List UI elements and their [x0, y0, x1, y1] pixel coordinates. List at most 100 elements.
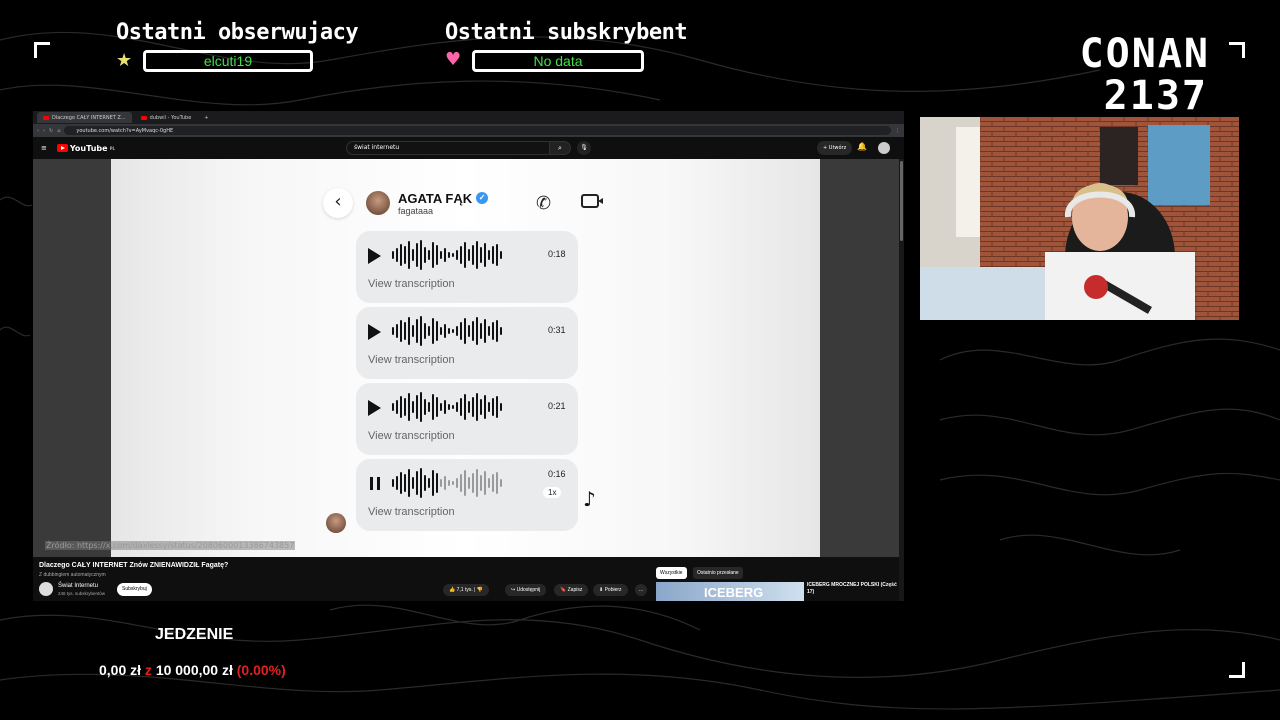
more-button[interactable]: ...	[635, 584, 648, 596]
youtube-header: ≡ YouTube PL świat internetu ⌕ 🎙 + Utwórz…	[33, 137, 904, 159]
recommended-thumbnail[interactable]: ICEBERG	[656, 582, 804, 601]
waveform	[392, 315, 502, 347]
view-transcription-link: View transcription	[368, 278, 455, 290]
save-label: Zapisz	[567, 587, 583, 593]
waveform	[392, 467, 502, 499]
last-follower-title: Ostatni obserwujacy	[116, 20, 359, 45]
goal-title: JEDZENIE	[155, 626, 234, 643]
home-icon[interactable]: ⌂	[57, 128, 60, 134]
dm-small-avatar	[326, 513, 346, 533]
scrollbar[interactable]	[899, 159, 904, 601]
channel-name[interactable]: Świat Internetu	[58, 583, 98, 589]
tab-label: Dlaczego CAŁY INTERNET Z...	[52, 114, 126, 121]
last-follower-value: elcuti19	[143, 50, 313, 72]
video-title: Dlaczego CAŁY INTERNET Znów ZNIENAWIDZIŁ…	[39, 562, 229, 569]
corner-bracket-bottom-right	[1229, 662, 1245, 678]
playback-rate: 1x	[543, 487, 562, 498]
youtube-favicon-icon	[140, 115, 147, 120]
dm-username: fagataaa	[398, 205, 434, 216]
star-icon: ★	[116, 50, 133, 71]
reload-icon[interactable]: ↻	[49, 128, 53, 134]
voice-duration: 0:21	[548, 401, 566, 411]
video-player[interactable]: ‹ AGATA FĄK ✓ fagataaa ✆ 0:18 View transc…	[33, 159, 899, 557]
channel-name-line1: CONAN	[1079, 31, 1210, 77]
tab-label: dubwil - YouTube	[149, 114, 192, 121]
recommended-title[interactable]: ICEBERG MROCZNEJ POLSKI (Część 17)	[807, 582, 902, 596]
voice-message-playing: 0:16 1x View transcription	[356, 459, 578, 531]
channel-avatar[interactable]	[39, 582, 53, 596]
waveform	[392, 239, 502, 271]
url-input[interactable]: youtube.com/watch?v=AyMvaqc-0gHE	[64, 126, 891, 135]
chip-all[interactable]: Wszystkie	[656, 567, 687, 579]
goal-progress: 0,00 zł z 10 000,00 zł (0.00%)	[99, 662, 286, 678]
back-arrow-icon: ‹	[323, 188, 353, 218]
webcam-image	[920, 117, 1239, 320]
voice-message: 0:18 View transcription	[356, 231, 578, 303]
youtube-play-icon	[56, 144, 68, 152]
youtube-logo-text: YouTube	[69, 143, 108, 153]
youtube-region: PL	[109, 145, 116, 151]
account-avatar[interactable]	[878, 142, 890, 154]
tab-channel[interactable]: dubwil - YouTube	[135, 112, 198, 123]
video-call-icon	[581, 194, 603, 208]
video-frame: ‹ AGATA FĄK ✓ fagataaa ✆ 0:18 View transc…	[111, 159, 820, 557]
tab-video[interactable]: Dlaczego CAŁY INTERNET Z...	[37, 112, 132, 123]
search-input[interactable]: świat internetu	[346, 141, 551, 155]
play-icon	[368, 400, 381, 416]
corner-bracket-top-left	[34, 42, 50, 58]
voice-message: 0:21 View transcription	[356, 383, 578, 455]
forward-icon[interactable]: ›	[43, 128, 45, 134]
dub-note: Z dubbingiem automatycznym	[39, 572, 106, 578]
create-button[interactable]: + Utwórz	[817, 141, 853, 155]
microphone-icon[interactable]: 🎙	[577, 141, 591, 155]
browser-window: Dlaczego CAŁY INTERNET Z... dubwil - You…	[33, 111, 904, 601]
back-icon[interactable]: ‹	[37, 128, 39, 134]
play-icon	[368, 248, 381, 264]
play-icon	[368, 324, 381, 340]
address-bar-row: ‹ › ↻ ⌂ youtube.com/watch?v=AyMvaqc-0gHE…	[33, 124, 904, 137]
download-button[interactable]: ⬇ Pobierz	[593, 584, 628, 596]
heart-icon: ♥	[445, 49, 462, 70]
voice-duration: 0:31	[548, 325, 566, 335]
share-button[interactable]: ↪ Udostępnij	[505, 584, 547, 596]
dm-header: ‹ AGATA FĄK ✓ fagataaa	[323, 181, 613, 225]
like-button[interactable]: 👍 7,1 tys. | 👎	[443, 584, 490, 596]
new-tab-icon[interactable]: +	[204, 115, 208, 121]
chip-recent[interactable]: Ostatnio przesłane	[693, 567, 743, 579]
webcam-feed	[920, 117, 1239, 320]
search-icon[interactable]: ⌕	[549, 141, 571, 155]
tiktok-logo-icon: ♪	[583, 487, 596, 511]
share-label: Udostępnij	[516, 587, 541, 593]
bell-icon[interactable]: 🔔	[857, 142, 867, 151]
waveform	[392, 391, 502, 423]
source-caption: Źródło: https://x.com/daxlessy/status/20…	[45, 541, 296, 550]
download-label: Pobierz	[604, 587, 622, 593]
channel-subscribers: 246 tys. subskrybentów	[58, 591, 106, 596]
view-transcription-link: View transcription	[368, 354, 455, 366]
subscribe-button[interactable]: Subskrybuj	[117, 583, 152, 596]
voice-duration: 0:16	[548, 469, 566, 479]
voice-duration: 0:18	[548, 249, 566, 259]
channel-name-line2: 2137	[1103, 73, 1208, 119]
save-button[interactable]: 🔖 Zapisz	[554, 584, 589, 596]
voice-message: 0:31 View transcription	[356, 307, 578, 379]
video-info: Dlaczego CAŁY INTERNET Znów ZNIENAWIDZIŁ…	[33, 557, 904, 601]
youtube-logo[interactable]: YouTube PL	[56, 143, 116, 153]
view-transcription-link: View transcription	[368, 506, 455, 518]
goal-current: 0,00 zł	[99, 662, 142, 678]
corner-bracket-top-right	[1229, 42, 1245, 58]
goal-separator: z	[144, 662, 152, 678]
extensions-icon[interactable]: ⋮	[895, 128, 900, 134]
phone-call-icon: ✆	[536, 193, 552, 214]
scrollbar-thumb[interactable]	[900, 161, 903, 241]
pause-icon	[370, 477, 380, 490]
goal-target: 10 000,00 zł	[155, 662, 233, 678]
verified-badge-icon: ✓	[476, 192, 489, 204]
tab-bar: Dlaczego CAŁY INTERNET Z... dubwil - You…	[33, 111, 904, 124]
menu-icon[interactable]: ≡	[41, 144, 47, 152]
dm-name: AGATA FĄK	[398, 190, 473, 206]
like-count: 7,1 tys.	[456, 587, 473, 593]
last-subscriber-title: Ostatni subskrybent	[445, 20, 688, 45]
goal-percent: (0.00%)	[236, 662, 286, 678]
last-subscriber-value: No data	[472, 50, 644, 72]
